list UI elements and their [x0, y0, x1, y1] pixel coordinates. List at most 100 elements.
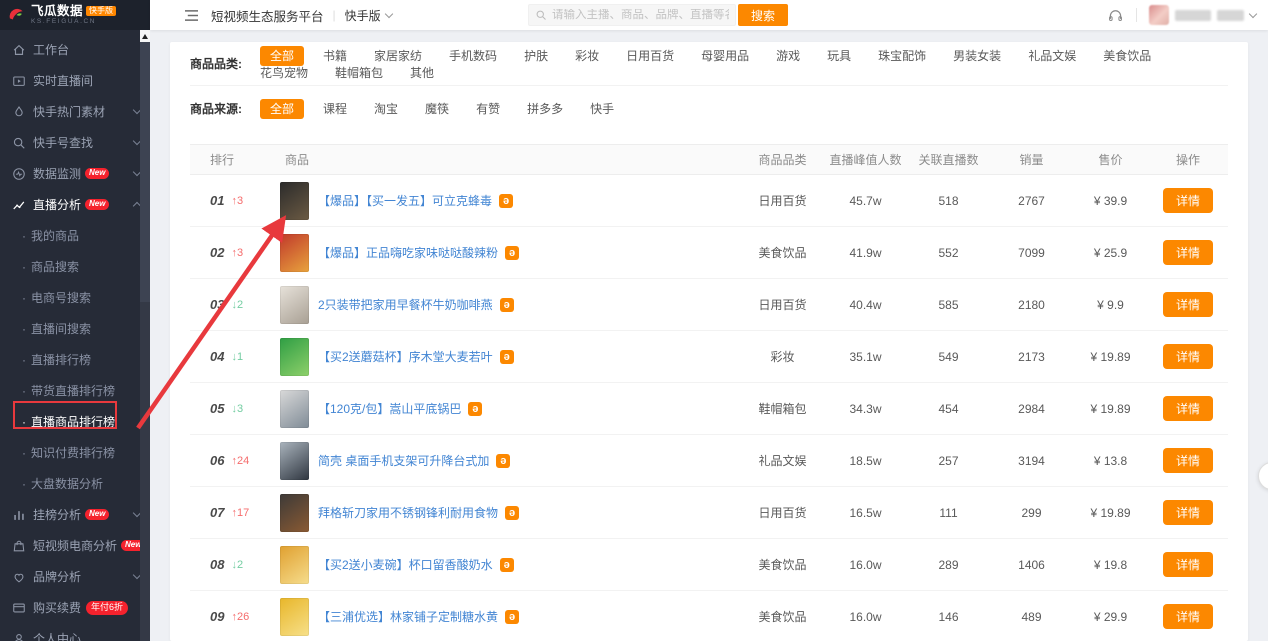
sidebar-item[interactable]: 数据监测 New [0, 158, 150, 189]
rank-change-down: ↓2 [231, 558, 244, 571]
detail-button[interactable]: 详情 [1162, 240, 1213, 265]
sidebar-subitem[interactable]: 知识付费排行榜 [0, 437, 150, 468]
filter-chip[interactable]: 花鸟宠物 [260, 66, 308, 80]
filter-chip[interactable]: 其他 [410, 66, 434, 80]
product-image[interactable] [280, 233, 309, 272]
product-cell: 【爆品】【买一发五】可立克蜂毒 ə [280, 181, 741, 220]
headset-support-icon[interactable] [1107, 7, 1124, 24]
filter-chip[interactable]: 珠宝配饰 [878, 49, 926, 63]
detail-button[interactable]: 详情 [1162, 604, 1213, 629]
filter-chip[interactable]: 男装女装 [953, 49, 1001, 63]
filter-chip[interactable]: 全部 [260, 98, 305, 119]
detail-button[interactable]: 详情 [1162, 396, 1213, 421]
sidebar-subitem[interactable]: 带货直播排行榜 [0, 375, 150, 406]
filter-chip[interactable]: 有赞 [476, 102, 500, 116]
filter-chip[interactable]: 游戏 [776, 49, 800, 63]
filter-chip[interactable]: 全部 [260, 45, 305, 66]
sidebar-subitem[interactable]: 直播商品排行榜 [0, 406, 150, 437]
rank-cell: 02 ↑3 [190, 245, 280, 260]
product-title-link[interactable]: 简壳 桌面手机支架可升降台式加 [318, 452, 489, 469]
filter-chip[interactable]: 日用百货 [626, 49, 674, 63]
filter-chip[interactable]: 淘宝 [374, 102, 398, 116]
product-image[interactable] [280, 493, 309, 532]
sidebar-item[interactable]: 购买续费 年付6折 [0, 592, 150, 623]
product-title-link[interactable]: 【买2送小麦碗】杯口留香酸奶水 [318, 556, 493, 573]
search-button[interactable]: 搜索 [738, 4, 789, 26]
product-title-link[interactable]: 【爆品】【买一发五】可立克蜂毒 [318, 192, 492, 209]
sidebar-subitem[interactable]: 商品搜索 [0, 251, 150, 282]
home-icon [12, 43, 26, 57]
product-image[interactable] [280, 441, 309, 480]
detail-button[interactable]: 详情 [1162, 448, 1213, 473]
product-image[interactable] [280, 389, 309, 428]
sidebar-item[interactable]: 品牌分析 [0, 561, 150, 592]
monitor-icon [12, 167, 26, 181]
divider [1136, 8, 1137, 22]
filter-chip[interactable]: 课程 [323, 102, 347, 116]
sidebar-item[interactable]: 实时直播间 [0, 65, 150, 96]
filter-chip[interactable]: 家居家纺 [374, 49, 422, 63]
category-filter-row: 商品品类: 全部 书籍 家居家纺 手机数码 护肤 彩妆 日用百货 母婴用品 游戏 玩具 珠宝配饰 男装… [190, 42, 1228, 86]
detail-button[interactable]: 详情 [1162, 188, 1213, 213]
filter-chip[interactable]: 母婴用品 [701, 49, 749, 63]
filter-chip[interactable]: 玩具 [827, 49, 851, 63]
table-row: 09 ↑26 【三浦优选】林家铺子定制糖水黄 ə 美食饮品 16.0w 146 489 ¥ 29… [190, 591, 1228, 641]
sidebar-item[interactable]: 个人中心 [0, 623, 150, 641]
product-image[interactable] [280, 337, 309, 376]
sidebar-item[interactable]: 快手热门素材 [0, 96, 150, 127]
product-image[interactable] [280, 285, 309, 324]
sidebar-subitem[interactable]: 大盘数据分析 [0, 468, 150, 499]
sidebar-item[interactable]: 快手号查找 [0, 127, 150, 158]
rank-change-down: ↓3 [231, 402, 244, 415]
sidebar-subitem[interactable]: 直播间搜索 [0, 313, 150, 344]
filter-chip[interactable]: 彩妆 [575, 49, 599, 63]
scroll-up-button[interactable] [140, 30, 150, 42]
product-image[interactable] [280, 181, 309, 220]
collapse-menu-icon[interactable] [184, 9, 199, 22]
scrollbar-thumb[interactable] [140, 42, 150, 302]
filter-chip[interactable]: 魔筷 [425, 102, 449, 116]
product-title-link[interactable]: 【买2送蘑菇杯】序木堂大麦若叶 [318, 348, 493, 365]
product-title-link[interactable]: 【爆品】正品嗨吃家味哒哒酸辣粉 [318, 244, 498, 261]
detail-button[interactable]: 详情 [1162, 292, 1213, 317]
user-account-menu[interactable] [1149, 5, 1258, 25]
filter-chip[interactable]: 礼品文娱 [1028, 49, 1076, 63]
action-cell: 详情 [1148, 448, 1228, 473]
detail-button[interactable]: 详情 [1162, 344, 1213, 369]
sidebar-item[interactable]: 工作台 [0, 34, 150, 65]
filter-chip[interactable]: 书籍 [323, 49, 347, 63]
promo-badge: 年付6折 [86, 600, 129, 615]
version-dropdown[interactable]: 快手版 [345, 7, 393, 24]
sidebar-scrollbar[interactable] [140, 30, 150, 641]
product-title-link[interactable]: 2只装带把家用早餐杯牛奶咖啡燕 [318, 296, 493, 313]
product-title-link[interactable]: 【三浦优选】林家铺子定制糖水黄 [318, 608, 498, 625]
price-cell: ¥ 19.89 [1090, 505, 1131, 520]
product-image[interactable] [280, 597, 309, 636]
sidebar-subitem[interactable]: 直播排行榜 [0, 344, 150, 375]
category-cell: 鞋帽箱包 [758, 402, 807, 416]
product-title-link[interactable]: 拜格斩刀家用不锈钢锋利耐用食物 [318, 504, 498, 521]
platform-title: 短视频生态服务平台 [211, 9, 324, 24]
search-input[interactable] [552, 9, 729, 21]
product-title-link[interactable]: 【120克/包】嵩山平底锅巴 [318, 400, 461, 417]
category-cell: 彩妆 [770, 350, 795, 364]
price-cell: ¥ 25.9 [1093, 245, 1128, 260]
filter-chip[interactable]: 美食饮品 [1103, 49, 1151, 63]
product-image[interactable] [280, 545, 309, 584]
filter-chip[interactable]: 护肤 [524, 49, 548, 63]
sidebar-item[interactable]: 直播分析 New [0, 189, 150, 220]
filter-chip[interactable]: 鞋帽箱包 [335, 66, 383, 80]
search-box[interactable] [528, 4, 736, 26]
filter-chip[interactable]: 手机数码 [449, 49, 497, 63]
sidebar-item[interactable]: 挂榜分析 New [0, 499, 150, 530]
logo[interactable]: 飞瓜数据 快手版 KS.FEIGUA.CN [0, 0, 150, 30]
sidebar-subitem[interactable]: 电商号搜索 [0, 282, 150, 313]
sidebar-item-label: 实时直播间 [33, 74, 94, 88]
filter-chip[interactable]: 拼多多 [527, 102, 563, 116]
sidebar-subitem[interactable]: 我的商品 [0, 220, 150, 251]
filter-chip[interactable]: 快手 [590, 102, 614, 116]
detail-button[interactable]: 详情 [1162, 500, 1213, 525]
sidebar-item-label: 个人中心 [33, 632, 82, 641]
sidebar-item[interactable]: 短视频电商分析 New [0, 530, 150, 561]
detail-button[interactable]: 详情 [1162, 552, 1213, 577]
